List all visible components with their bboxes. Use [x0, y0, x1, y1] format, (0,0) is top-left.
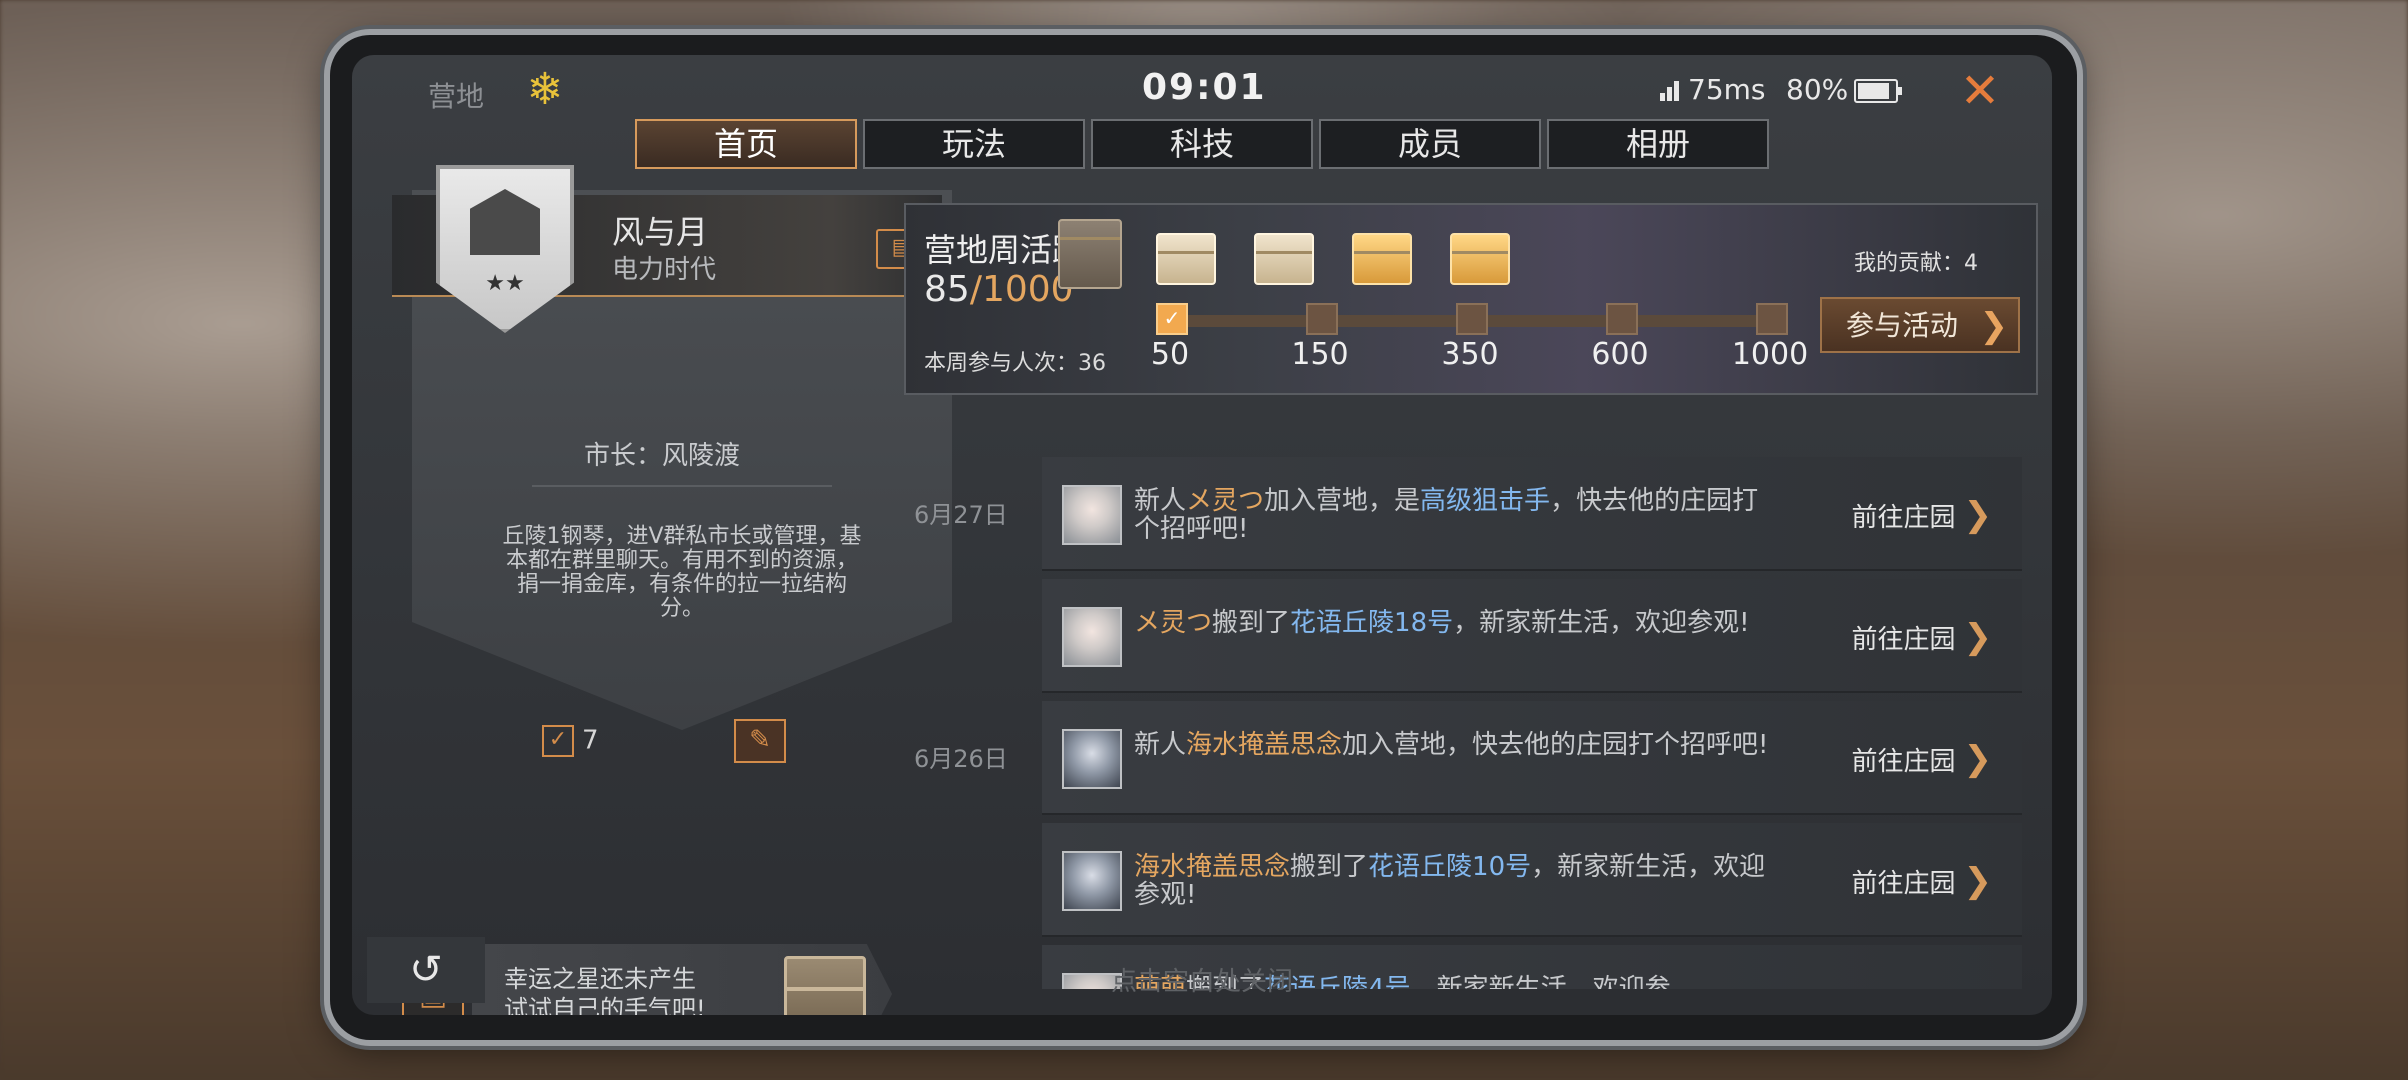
feed-row: 海水掩盖思念搬到了花语丘陵10号，新家新生活，欢迎参观! 前往庄园 ❯ — [1042, 823, 2022, 937]
feed-message: 新人海水掩盖思念加入营地，快去他的庄园打个招呼吧! — [1134, 731, 1774, 759]
chest-icon[interactable] — [1450, 233, 1510, 285]
goto-manor-button[interactable]: 前往庄园 ❯ — [1851, 495, 1992, 535]
chevron-right-icon: ❯ — [1963, 617, 1993, 657]
building-icon — [470, 189, 540, 255]
tab-tech[interactable]: 科技 — [1091, 119, 1313, 169]
feed-row: メ灵つ搬到了花语丘陵18号，新家新生活，欢迎参观! 前往庄园 ❯ — [1042, 579, 2022, 693]
avatar[interactable] — [1062, 485, 1122, 545]
clock: 09:01 — [1142, 67, 1267, 108]
milestone-marker — [1756, 303, 1788, 335]
chest-icon[interactable] — [1254, 233, 1314, 285]
battery-percent: 80% — [1786, 73, 1849, 106]
tab-members[interactable]: 成员 — [1319, 119, 1541, 169]
camp-label: 营地 — [428, 80, 485, 113]
msg-text: 搬到了 — [1290, 852, 1369, 882]
feed-date: 6月26日 — [914, 745, 1008, 773]
chest-icon[interactable] — [1156, 233, 1216, 285]
milestone-marker — [1306, 303, 1338, 335]
tab-bar: 首页 玩法 科技 成员 相册 — [635, 119, 1769, 169]
msg-text: 加入营地，快去他的庄园打个招呼吧! — [1342, 730, 1769, 760]
goto-manor-button[interactable]: 前往庄园 ❯ — [1851, 739, 1992, 779]
chevron-right-icon: ❯ — [1963, 495, 1993, 535]
goto-manor-button[interactable]: 前往庄园 ❯ — [1851, 617, 1992, 657]
join-activity-label: 参与活动 — [1846, 309, 1959, 342]
milestone-marker — [1456, 303, 1488, 335]
snowflake-icon: ❄ — [526, 64, 564, 115]
divider — [532, 485, 832, 487]
milestone-check-icon: ✓ — [1156, 303, 1188, 335]
feed-message: メ灵つ搬到了花语丘陵18号，新家新生活，欢迎参观! — [1134, 609, 1774, 637]
milestone-label: 150 — [1291, 337, 1349, 372]
camp-info-panel: ★★ 风与月 电力时代 ▤ 市长：风陵渡 丘陵1钢琴，进V群私市长或管理，基本都… — [392, 165, 952, 1015]
avatar[interactable] — [1062, 851, 1122, 911]
battery-icon — [1854, 79, 1902, 103]
highlight-text: 花语丘陵18号 — [1290, 608, 1454, 638]
camp-news-feed[interactable]: 6月27日 6月26日 新人メ灵つ加入营地，是高级狙击手，快去他的庄园打个招呼吧… — [904, 403, 2034, 989]
likes-value: 7 — [582, 725, 599, 756]
highlight-text: 高级狙击手 — [1420, 486, 1551, 516]
msg-text: 新人 — [1134, 730, 1187, 760]
goto-label: 前往庄园 — [1851, 625, 1956, 655]
feed-message: 海水掩盖思念搬到了花语丘陵10号，新家新生活，欢迎参观! — [1134, 853, 1774, 909]
chevron-right-icon: ❯ — [1963, 739, 1993, 779]
msg-text: 加入营地，是 — [1264, 486, 1421, 516]
msg-text: 新人 — [1134, 486, 1187, 516]
player-name: 海水掩盖思念 — [1186, 730, 1343, 760]
likes-count: ✓ 7 — [542, 725, 599, 757]
mayor-name: 市长：风陵渡 — [583, 441, 740, 471]
milestone-marker — [1606, 303, 1638, 335]
weekly-activity-banner: 营地周活跃 85/1000 本周参与人次：36 我的贡献：4 ✓ 50 150 … — [904, 203, 2038, 395]
milestone-label: 350 — [1441, 337, 1499, 372]
close-hint: 点击空白处关闭 — [1110, 967, 1293, 997]
feed-row: 新人海水掩盖思念加入营地，快去他的庄园打个招呼吧! 前往庄园 ❯ — [1042, 701, 2022, 815]
feed-row: 新人メ灵つ加入营地，是高级狙击手，快去他的庄园打个招呼吧! 前往庄园 ❯ — [1042, 457, 2022, 571]
activity-score: 85/1000 — [924, 269, 1074, 310]
chevron-right-icon: ❯ — [1979, 306, 2009, 346]
camp-name: 风与月 — [612, 213, 709, 251]
chevron-right-icon: ❯ — [1963, 861, 1993, 901]
goto-label: 前往庄园 — [1851, 869, 1956, 899]
signal-icon — [1660, 77, 1686, 101]
msg-text: ，新家新生活，欢迎参观! — [1453, 608, 1750, 638]
participants-count: 本周参与人次：36 — [924, 351, 1106, 376]
close-icon[interactable]: ✕ — [1956, 67, 2004, 115]
feed-message: 新人メ灵つ加入营地，是高级狙击手，快去他的庄园打个招呼吧! — [1134, 487, 1774, 543]
tab-album[interactable]: 相册 — [1547, 119, 1769, 169]
camp-era: 电力时代 — [612, 255, 717, 285]
milestone-label: 1000 — [1731, 337, 1809, 372]
milestone-label: 600 — [1591, 337, 1649, 372]
highlight-text: 花语丘陵10号 — [1368, 852, 1532, 882]
chest-icon[interactable] — [1352, 233, 1412, 285]
msg-text: 搬到了 — [1212, 608, 1291, 638]
camp-announcement: 丘陵1钢琴，进V群私市长或管理，基本都在群里聊天。有用不到的资源，捐一捐金库，有… — [502, 524, 862, 621]
join-activity-button[interactable]: 参与活动 ❯ — [1820, 297, 2020, 353]
avatar[interactable] — [1062, 729, 1122, 789]
tab-home[interactable]: 首页 — [635, 119, 857, 169]
goto-label: 前往庄园 — [1851, 503, 1956, 533]
check-icon: ✓ — [542, 725, 574, 757]
chest-icon[interactable] — [1058, 219, 1122, 289]
tab-gameplay[interactable]: 玩法 — [863, 119, 1085, 169]
activity-score-value: 85 — [924, 269, 970, 310]
my-contribution: 我的贡献：4 — [1854, 251, 1978, 276]
ping: 75ms — [1688, 73, 1766, 106]
player-name: 海水掩盖思念 — [1134, 852, 1291, 882]
player-name: メ灵つ — [1134, 608, 1213, 638]
edit-button[interactable]: ✎ — [734, 719, 786, 763]
status-bar: 营地 ❄ 09:01 75ms 80% ✕ — [352, 55, 2052, 125]
avatar[interactable] — [1062, 607, 1122, 667]
milestone-label: 50 — [1150, 337, 1190, 372]
camp-window: 营地 ❄ 09:01 75ms 80% ✕ 首页 玩法 科技 成员 相册 ★★ … — [352, 55, 2052, 1015]
goto-label: 前往庄园 — [1851, 747, 1956, 777]
stars-icon: ★★ — [485, 271, 525, 296]
goto-manor-button[interactable]: 前往庄园 ❯ — [1851, 861, 1992, 901]
feed-date: 6月27日 — [914, 501, 1008, 529]
player-name: メ灵つ — [1186, 486, 1265, 516]
